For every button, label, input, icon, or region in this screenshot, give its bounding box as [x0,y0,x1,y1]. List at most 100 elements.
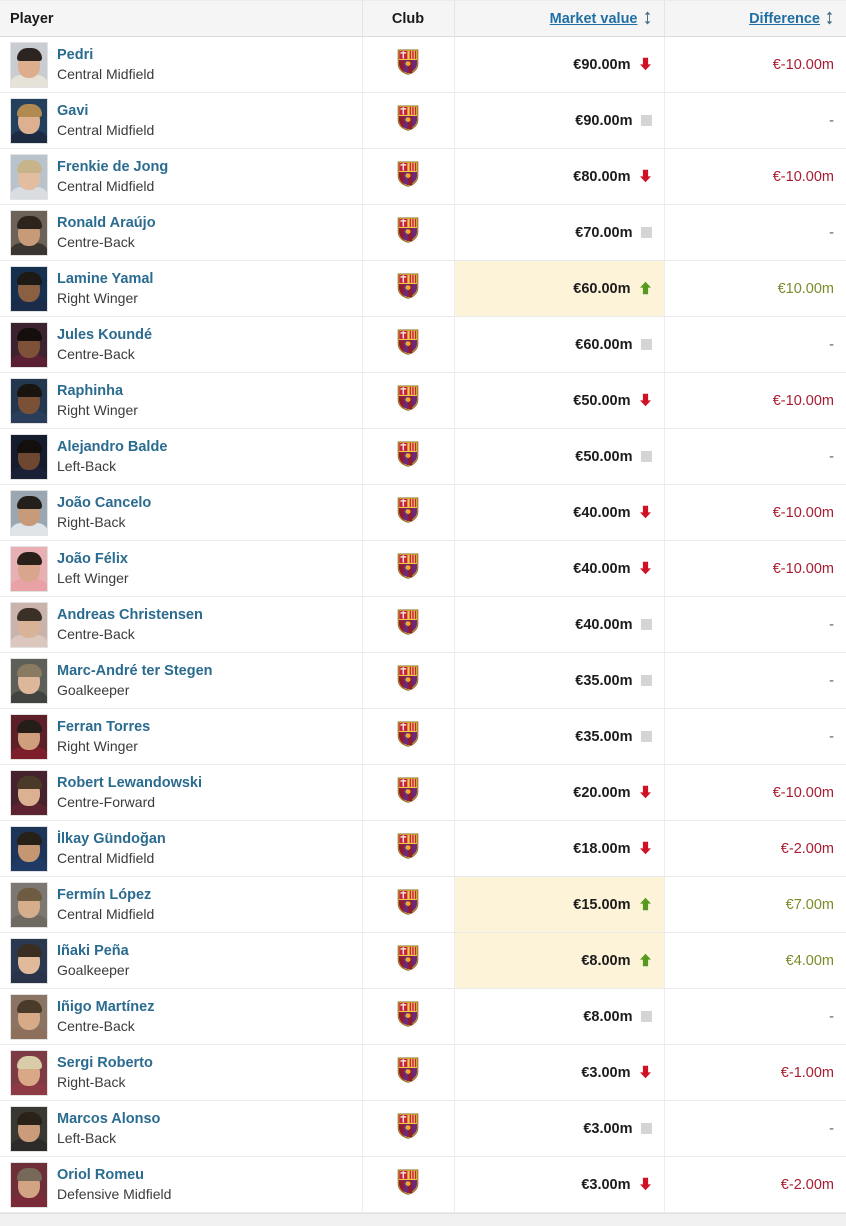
player-photo [10,377,48,424]
market-value-cell: €50.00m [453,428,664,485]
player-name-link[interactable]: Alejandro Balde [57,438,167,456]
player-position: Central Midfield [57,905,155,922]
club-cell [361,1044,454,1101]
player-photo [10,153,48,200]
player-name-link[interactable]: Frenkie de Jong [57,158,168,176]
club-cell [361,36,454,93]
sort-updown-icon[interactable] [825,11,834,25]
player-name-link[interactable]: Ronald Araújo [57,214,156,232]
player-position: Goalkeeper [57,681,130,698]
fc-barcelona-crest-icon[interactable] [397,1169,419,1195]
player-name-link[interactable]: Robert Lewandowski [57,774,202,792]
trend-down-icon [639,1065,652,1079]
column-header-market-value[interactable]: Market value [453,0,664,37]
market-value-cell: €40.00m [453,540,664,597]
player-name-link[interactable]: İlkay Gündoğan [57,830,166,848]
fc-barcelona-crest-icon[interactable] [397,441,419,467]
fc-barcelona-crest-icon[interactable] [397,609,419,635]
market-value-text: €90.00m [575,112,633,129]
player-photo [10,433,48,480]
trend-flat-icon [640,730,652,742]
player-photo [10,265,48,312]
player-name-link[interactable]: Jules Koundé [57,326,152,344]
difference-cell: €7.00m [663,876,846,933]
player-name-link[interactable]: Fermín López [57,886,154,904]
player-name-link[interactable]: Ferran Torres [57,718,150,736]
fc-barcelona-crest-icon[interactable] [397,1057,419,1083]
player-name-link[interactable]: Oriol Romeu [57,1166,171,1184]
market-value-text: €50.00m [575,448,633,465]
fc-barcelona-crest-icon[interactable] [397,1113,419,1139]
fc-barcelona-crest-icon[interactable] [397,385,419,411]
fc-barcelona-crest-icon[interactable] [397,217,419,243]
sort-difference-link[interactable]: Difference [749,11,820,27]
trend-down-icon [639,785,652,799]
difference-text: - [829,448,834,465]
market-value-text: €35.00m [575,672,633,689]
player-name-link[interactable]: João Félix [57,550,129,568]
market-value-text: €90.00m [573,56,631,73]
player-name-link[interactable]: Sergi Roberto [57,1054,153,1072]
fc-barcelona-crest-icon[interactable] [397,161,419,187]
market-value-cell: €35.00m [453,708,664,765]
fc-barcelona-crest-icon[interactable] [397,105,419,131]
market-value-text: €50.00m [573,392,631,409]
player-position: Right Winger [57,401,138,418]
player-name-link[interactable]: Lamine Yamal [57,270,153,288]
difference-cell: €-10.00m [663,484,846,541]
fc-barcelona-crest-icon[interactable] [397,833,419,859]
player-name-link[interactable]: Andreas Christensen [57,606,203,624]
player-name-link[interactable]: Iñaki Peña [57,942,129,960]
table-row: Pedri Central Midfield €90.00m €-10.00m [0,36,846,93]
player-cell: Ferran Torres Right Winger [0,708,362,765]
club-cell [361,988,454,1045]
difference-cell: €-10.00m [663,148,846,205]
market-value-cell: €90.00m [453,92,664,149]
difference-text: €10.00m [777,280,834,297]
player-cell: Raphinha Right Winger [0,372,362,429]
player-name-link[interactable]: Iñigo Martínez [57,998,154,1016]
player-name-link[interactable]: João Cancelo [57,494,151,512]
player-photo [10,769,48,816]
sort-market-value-link[interactable]: Market value [550,11,638,27]
sort-updown-icon[interactable] [643,11,652,25]
difference-cell: - [663,92,846,149]
player-name-link[interactable]: Pedri [57,46,154,64]
difference-text: - [829,1120,834,1137]
player-cell: João Félix Left Winger [0,540,362,597]
fc-barcelona-crest-icon[interactable] [397,889,419,915]
fc-barcelona-crest-icon[interactable] [397,721,419,747]
trend-flat-icon [640,1010,652,1022]
fc-barcelona-crest-icon[interactable] [397,329,419,355]
column-header-difference[interactable]: Difference [663,0,846,37]
difference-text: - [829,616,834,633]
player-name-link[interactable]: Marcos Alonso [57,1110,160,1128]
player-name-link[interactable]: Gavi [57,102,154,120]
player-name-link[interactable]: Raphinha [57,382,138,400]
player-photo [10,209,48,256]
fc-barcelona-crest-icon[interactable] [397,49,419,75]
fc-barcelona-crest-icon[interactable] [397,945,419,971]
player-cell: Marcos Alonso Left-Back [0,1100,362,1157]
player-name-link[interactable]: Marc-André ter Stegen [57,662,213,680]
market-value-text: €15.00m [573,896,631,913]
header-row: Player Club Market value Difference [0,0,846,37]
fc-barcelona-crest-icon[interactable] [397,553,419,579]
market-value-text: €80.00m [573,168,631,185]
market-value-cell: €50.00m [453,372,664,429]
fc-barcelona-crest-icon[interactable] [397,777,419,803]
fc-barcelona-crest-icon[interactable] [397,665,419,691]
market-value-text: €3.00m [581,1064,631,1081]
player-photo [10,545,48,592]
difference-cell: €-10.00m [663,36,846,93]
player-photo [10,657,48,704]
trend-flat-icon [640,618,652,630]
player-cell: Iñaki Peña Goalkeeper [0,932,362,989]
fc-barcelona-crest-icon[interactable] [397,1001,419,1027]
fc-barcelona-crest-icon[interactable] [397,497,419,523]
fc-barcelona-crest-icon[interactable] [397,273,419,299]
club-cell [361,1100,454,1157]
market-value-text: €40.00m [573,560,631,577]
market-value-cell: €80.00m [453,148,664,205]
column-header-player: Player [0,0,362,37]
